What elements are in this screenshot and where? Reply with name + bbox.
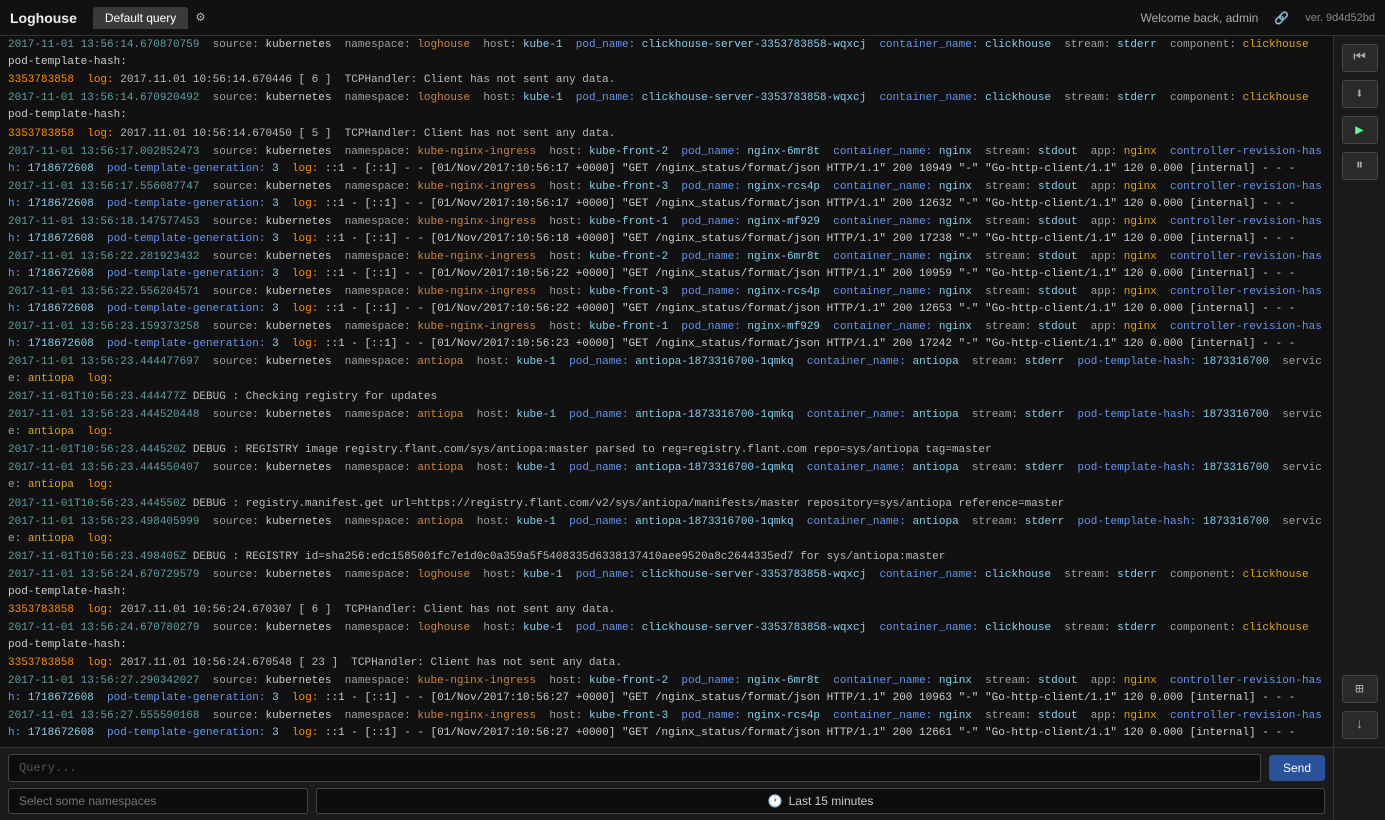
bottom-sidebar-spacer bbox=[1333, 747, 1385, 820]
log-area[interactable]: 2017-11-01 13:56:13.444336457 source: ku… bbox=[0, 36, 1333, 747]
log-line: 2017-11-01 13:56:17.556087747 source: ku… bbox=[8, 179, 1325, 213]
first-icon: ⏮ bbox=[1353, 50, 1366, 66]
log-line: 2017-11-01 13:56:27.555590168 source: ku… bbox=[8, 708, 1325, 742]
first-button[interactable]: ⏮ bbox=[1342, 44, 1378, 72]
log-line: 2017-11-01 13:56:24.670729579 source: ku… bbox=[8, 567, 1325, 601]
gear-icon[interactable]: ⚙ bbox=[196, 9, 204, 26]
log-line: 2017-11-01 13:56:18.147577453 source: ku… bbox=[8, 214, 1325, 248]
send-button[interactable]: Send bbox=[1269, 755, 1325, 781]
log-line: 2017-11-01T10:56:23.444520Z DEBUG : REGI… bbox=[8, 442, 1325, 459]
bottom-main: Send 🕐 Last 15 minutes bbox=[0, 747, 1333, 820]
query-input[interactable] bbox=[8, 754, 1261, 782]
time-range-button[interactable]: 🕐 Last 15 minutes bbox=[316, 788, 1325, 814]
clock-icon: 🕐 bbox=[768, 794, 783, 808]
pause-button[interactable]: ⏸ bbox=[1342, 152, 1378, 180]
time-label: Last 15 minutes bbox=[789, 794, 874, 808]
welcome-text: Welcome back, admin bbox=[1140, 11, 1258, 25]
play-icon: ▶ bbox=[1355, 122, 1363, 139]
download-icon: ⬇ bbox=[1355, 86, 1363, 103]
log-line: 2017-11-01 13:56:17.002852473 source: ku… bbox=[8, 144, 1325, 178]
log-line: 2017-11-01 13:56:23.159373258 source: ku… bbox=[8, 319, 1325, 353]
log-line: 2017-11-01 13:56:22.556204571 source: ku… bbox=[8, 284, 1325, 318]
log-line: 2017-11-01 13:56:24.670780279 source: ku… bbox=[8, 620, 1325, 654]
log-line: 2017-11-01T10:56:23.444477Z DEBUG : Chec… bbox=[8, 389, 1325, 406]
query-row: Send bbox=[8, 754, 1325, 782]
main-area: 2017-11-01 13:56:13.444336457 source: ku… bbox=[0, 36, 1385, 747]
sidebar-right: ⏮ ⬇ ▶ ⏸ ⊞ ↓ bbox=[1333, 36, 1385, 747]
log-line: 2017-11-01 13:56:14.670920492 source: ku… bbox=[8, 90, 1325, 124]
topnav-right: Welcome back, admin 🔗 ver. 9d4d52bd bbox=[1140, 11, 1375, 25]
bottom-wrap: Send 🕐 Last 15 minutes bbox=[0, 747, 1385, 820]
tab-default-query[interactable]: Default query bbox=[93, 7, 188, 29]
log-line: 2017-11-01 13:56:22.281923432 source: ku… bbox=[8, 249, 1325, 283]
log-line: 2017-11-01T10:56:23.498405Z DEBUG : REGI… bbox=[8, 549, 1325, 566]
log-line: 2017-11-01 13:56:27.290342027 source: ku… bbox=[8, 673, 1325, 707]
log-line: 2017-11-01 13:56:23.444520448 source: ku… bbox=[8, 407, 1325, 441]
pause-icon: ⏸ bbox=[1356, 158, 1363, 174]
log-line: 2017-11-01 13:56:23.444477697 source: ku… bbox=[8, 354, 1325, 388]
log-line: 3353783858 log: 2017.11.01 10:56:14.6704… bbox=[8, 72, 1325, 89]
scroll-bottom-icon: ↓ bbox=[1355, 717, 1363, 733]
grid-icon: ⊞ bbox=[1355, 681, 1363, 698]
namespace-row: 🕐 Last 15 minutes bbox=[8, 788, 1325, 814]
log-line: 2017-11-01T10:56:23.444550Z DEBUG : regi… bbox=[8, 496, 1325, 513]
app-logo: Loghouse bbox=[10, 10, 77, 26]
log-line: 2017-11-01 13:56:23.498405999 source: ku… bbox=[8, 514, 1325, 548]
link-icon: 🔗 bbox=[1274, 11, 1289, 25]
log-line: 3353783858 log: 2017.11.01 10:56:14.6704… bbox=[8, 126, 1325, 143]
scroll-bottom-button[interactable]: ↓ bbox=[1342, 711, 1378, 739]
grid-button[interactable]: ⊞ bbox=[1342, 675, 1378, 703]
topnav: Loghouse Default query ⚙ Welcome back, a… bbox=[0, 0, 1385, 36]
log-line: 3353783858 log: 2017.11.01 10:56:24.6705… bbox=[8, 655, 1325, 672]
version-text: ver. 9d4d52bd bbox=[1305, 12, 1375, 24]
log-line: 3353783858 log: 2017.11.01 10:56:24.6703… bbox=[8, 602, 1325, 619]
download-button[interactable]: ⬇ bbox=[1342, 80, 1378, 108]
namespace-select[interactable] bbox=[8, 788, 308, 814]
play-button[interactable]: ▶ bbox=[1342, 116, 1378, 144]
log-line: 2017-11-01 13:56:23.444550407 source: ku… bbox=[8, 460, 1325, 494]
log-line: 2017-11-01 13:56:14.670870759 source: ku… bbox=[8, 37, 1325, 71]
